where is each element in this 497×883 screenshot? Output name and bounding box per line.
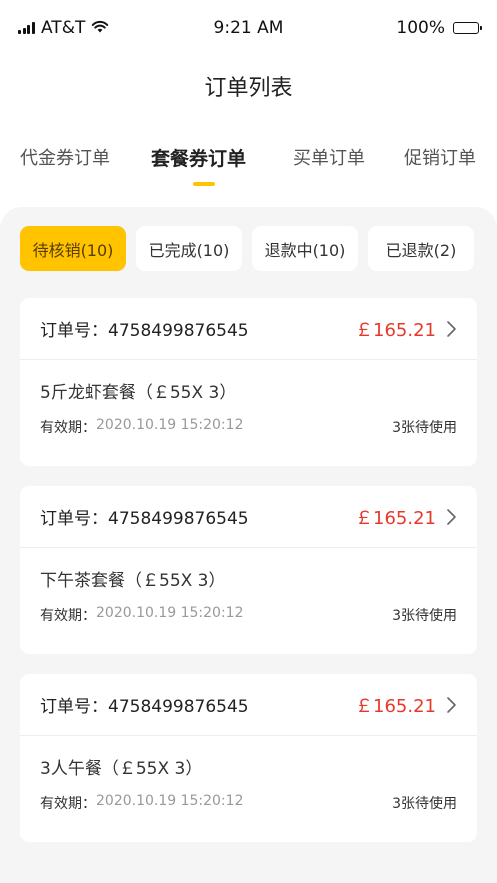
order-meta: 有效期： 2020.10.19 15:20:12 3张待使用 bbox=[40, 605, 457, 625]
order-card[interactable]: 订单号：4758499876545 ￡165.21 3人午餐（￡55X 3） 有… bbox=[20, 674, 477, 842]
tab-voucher-orders[interactable]: 代金券订单 bbox=[20, 144, 110, 170]
order-amount: ￡165.21 bbox=[355, 319, 436, 341]
battery-icon bbox=[453, 22, 482, 34]
order-amount: ￡165.21 bbox=[355, 507, 436, 529]
order-number: 订单号：4758499876545 bbox=[40, 697, 249, 717]
filter-refunded[interactable]: 已退款(2) bbox=[368, 226, 474, 271]
validity-label: 有效期： bbox=[40, 420, 96, 436]
status-filters: 待核销(10) 已完成(10) 退款中(10) 已退款(2) bbox=[20, 226, 474, 271]
status-right: 100% bbox=[396, 18, 482, 38]
content-panel: 待核销(10) 已完成(10) 退款中(10) 已退款(2) 订单号：47584… bbox=[0, 207, 497, 883]
remaining-count: 3张待使用 bbox=[392, 420, 457, 436]
active-tab-indicator bbox=[193, 182, 215, 186]
validity-label: 有效期： bbox=[40, 608, 96, 624]
order-type-tabs: 代金券订单 套餐券订单 买单订单 促销订单 bbox=[0, 144, 497, 192]
filter-refunding[interactable]: 退款中(10) bbox=[252, 226, 358, 271]
chevron-right-icon[interactable] bbox=[446, 696, 457, 714]
tab-bill-orders[interactable]: 买单订单 bbox=[293, 144, 365, 170]
package-name: 5斤龙虾套餐（￡55X 3） bbox=[40, 383, 237, 403]
order-number: 订单号：4758499876545 bbox=[40, 321, 249, 341]
package-name: 3人午餐（￡55X 3） bbox=[40, 759, 203, 779]
status-bar: AT&T 9:21 AM 100% bbox=[0, 0, 497, 58]
validity-date: 2020.10.19 15:20:12 bbox=[96, 417, 244, 433]
package-name: 下午茶套餐（￡55X 3） bbox=[40, 571, 226, 591]
chevron-right-icon[interactable] bbox=[446, 508, 457, 526]
order-card[interactable]: 订单号：4758499876545 ￡165.21 5斤龙虾套餐（￡55X 3）… bbox=[20, 298, 477, 466]
order-card-header[interactable]: 订单号：4758499876545 ￡165.21 bbox=[20, 486, 477, 548]
validity-date: 2020.10.19 15:20:12 bbox=[96, 605, 244, 621]
tab-promo-orders[interactable]: 促销订单 bbox=[404, 144, 476, 170]
validity-label: 有效期： bbox=[40, 796, 96, 812]
order-card-header[interactable]: 订单号：4758499876545 ￡165.21 bbox=[20, 674, 477, 736]
battery-percent: 100% bbox=[396, 18, 445, 38]
remaining-count: 3张待使用 bbox=[392, 796, 457, 812]
order-card-header[interactable]: 订单号：4758499876545 ￡165.21 bbox=[20, 298, 477, 360]
order-amount: ￡165.21 bbox=[355, 695, 436, 717]
order-card-body: 下午茶套餐（￡55X 3） 有效期： 2020.10.19 15:20:12 3… bbox=[20, 548, 477, 625]
validity-date: 2020.10.19 15:20:12 bbox=[96, 793, 244, 809]
chevron-right-icon[interactable] bbox=[446, 320, 457, 338]
filter-pending[interactable]: 待核销(10) bbox=[20, 226, 126, 271]
order-meta: 有效期： 2020.10.19 15:20:12 3张待使用 bbox=[40, 793, 457, 813]
order-number: 订单号：4758499876545 bbox=[40, 509, 249, 529]
order-meta: 有效期： 2020.10.19 15:20:12 3张待使用 bbox=[40, 417, 457, 437]
order-card[interactable]: 订单号：4758499876545 ￡165.21 下午茶套餐（￡55X 3） … bbox=[20, 486, 477, 654]
tab-package-orders[interactable]: 套餐券订单 bbox=[151, 144, 246, 171]
filter-completed[interactable]: 已完成(10) bbox=[136, 226, 242, 271]
page-title: 订单列表 bbox=[204, 76, 293, 101]
order-card-body: 3人午餐（￡55X 3） 有效期： 2020.10.19 15:20:12 3张… bbox=[20, 736, 477, 813]
order-card-body: 5斤龙虾套餐（￡55X 3） 有效期： 2020.10.19 15:20:12 … bbox=[20, 360, 477, 437]
remaining-count: 3张待使用 bbox=[392, 608, 457, 624]
